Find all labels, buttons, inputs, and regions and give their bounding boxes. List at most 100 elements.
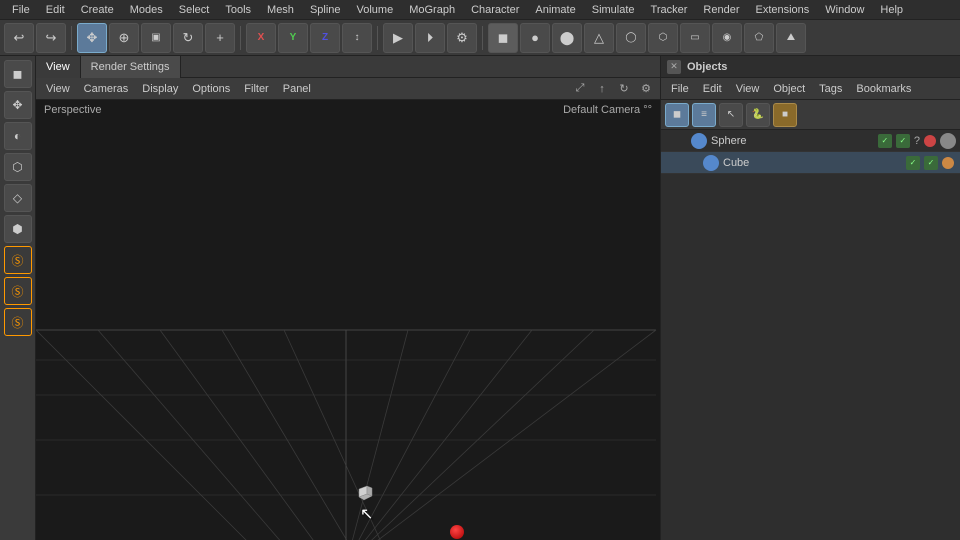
rotate-tool-button[interactable]: ↻ xyxy=(173,23,203,53)
z-axis-button[interactable]: Z xyxy=(310,23,340,53)
left-sidebar: ◼ ✥ ◐ ⬡ ◇ ⬢ Ⓢ Ⓢ Ⓢ xyxy=(0,56,36,540)
tube-button[interactable]: ⬠ xyxy=(744,23,774,53)
menu-tracker[interactable]: Tracker xyxy=(643,0,696,20)
viewport-icon-settings[interactable]: ⚙ xyxy=(636,79,656,99)
soft-selection-button[interactable]: Ⓢ xyxy=(4,277,32,305)
viewport-menu: View Cameras Display Options Filter Pane… xyxy=(36,78,660,100)
material-mode-button[interactable]: ◐ xyxy=(4,122,32,150)
viewport-icons: ⤢ ↑ ↻ ⚙ xyxy=(570,79,656,99)
vp-menu-view[interactable]: View xyxy=(40,78,76,100)
panel-close-button[interactable]: ✕ xyxy=(667,60,681,74)
vp-menu-options[interactable]: Options xyxy=(186,78,236,100)
toolbar: ↩ ↪ ✥ ⊕ ▣ ↻ + X Y Z ↕ ▶ ⏵ ⚙ ◼ ● ⬤ △ ◯ ⬡ … xyxy=(0,20,960,56)
cube-dot[interactable] xyxy=(942,157,954,169)
render-settings-button[interactable]: ⚙ xyxy=(447,23,477,53)
play-button[interactable]: ▶ xyxy=(383,23,413,53)
sphere-dot[interactable] xyxy=(924,135,936,147)
panel-menu-view[interactable]: View xyxy=(730,78,766,100)
menu-select[interactable]: Select xyxy=(171,0,218,20)
cube-check2[interactable]: ✓ xyxy=(924,156,938,170)
sphere-check1[interactable]: ✓ xyxy=(878,134,892,148)
play-forward-button[interactable]: ⏵ xyxy=(415,23,445,53)
toolbar-separator-4 xyxy=(482,26,483,50)
panel-menu-edit[interactable]: Edit xyxy=(697,78,728,100)
menu-help[interactable]: Help xyxy=(872,0,911,20)
cylinder-button[interactable]: ⬤ xyxy=(552,23,582,53)
torus-button[interactable]: ◯ xyxy=(616,23,646,53)
panel-icon-row: ◼ ≡ ↖ 🐍 ■ xyxy=(661,100,960,130)
vp-menu-cameras[interactable]: Cameras xyxy=(78,78,135,100)
y-axis-button[interactable]: Y xyxy=(278,23,308,53)
viewport-grid xyxy=(36,100,660,540)
menu-modes[interactable]: Modes xyxy=(122,0,171,20)
main-area: ◼ ✥ ◐ ⬡ ◇ ⬢ Ⓢ Ⓢ Ⓢ View Render Settings V… xyxy=(0,56,960,540)
sphere-check2[interactable]: ✓ xyxy=(896,134,910,148)
sphere-question[interactable]: ? xyxy=(914,135,920,147)
panel-menu-file[interactable]: File xyxy=(665,78,695,100)
panel-menu-tags[interactable]: Tags xyxy=(813,78,848,100)
menu-character[interactable]: Character xyxy=(463,0,527,20)
cube-name: Cube xyxy=(723,157,904,169)
vp-menu-filter[interactable]: Filter xyxy=(238,78,274,100)
menu-file[interactable]: File xyxy=(4,0,38,20)
viewport-icon-refresh[interactable]: ↻ xyxy=(614,79,634,99)
cone-button[interactable]: △ xyxy=(584,23,614,53)
x-axis-button[interactable]: X xyxy=(246,23,276,53)
object-mode-button[interactable]: ◼ xyxy=(4,60,32,88)
viewport-canvas[interactable]: Perspective Default Camera °° xyxy=(36,100,660,540)
viewport-icon-move[interactable]: ⤢ xyxy=(570,79,590,99)
menu-extensions[interactable]: Extensions xyxy=(747,0,817,20)
undo-button[interactable]: ↩ xyxy=(4,23,34,53)
menu-bar: File Edit Create Modes Select Tools Mesh… xyxy=(0,0,960,20)
menu-animate[interactable]: Animate xyxy=(527,0,583,20)
tab-view[interactable]: View xyxy=(36,56,81,78)
menu-window[interactable]: Window xyxy=(817,0,872,20)
plane-button[interactable]: ▭ xyxy=(680,23,710,53)
selection-tool-sidebar[interactable]: Ⓢ xyxy=(4,246,32,274)
toolbar-separator-1 xyxy=(71,26,72,50)
edge-mode-button[interactable]: ◇ xyxy=(4,184,32,212)
polygon-mode-button[interactable]: ⬡ xyxy=(4,153,32,181)
panel-menu-bookmarks[interactable]: Bookmarks xyxy=(850,78,917,100)
sphere-name: Sphere xyxy=(711,135,876,147)
menu-render[interactable]: Render xyxy=(695,0,747,20)
cube-check1[interactable]: ✓ xyxy=(906,156,920,170)
create-tool-button[interactable]: + xyxy=(205,23,235,53)
sphere-viewport-object[interactable] xyxy=(450,525,464,539)
sphere-button[interactable]: ● xyxy=(520,23,550,53)
cube-viewport-object[interactable] xyxy=(354,483,374,503)
sphere-extra-dot xyxy=(940,133,956,149)
object-row-cube[interactable]: Cube ✓ ✓ xyxy=(661,152,960,174)
menu-tools[interactable]: Tools xyxy=(217,0,259,20)
object-row-sphere[interactable]: Sphere ✓ ✓ ? xyxy=(661,130,960,152)
select-tool-button[interactable]: ✥ xyxy=(77,23,107,53)
panel-objects-icon[interactable]: ◼ xyxy=(665,103,689,127)
panel-list-icon[interactable]: ≡ xyxy=(692,103,716,127)
menu-mograph[interactable]: MoGraph xyxy=(401,0,463,20)
landscape-button[interactable]: ⛰ xyxy=(776,23,806,53)
point-mode-button[interactable]: ⬢ xyxy=(4,215,32,243)
menu-volume[interactable]: Volume xyxy=(349,0,402,20)
panel-python-icon[interactable]: 🐍 xyxy=(746,103,770,127)
vp-menu-display[interactable]: Display xyxy=(136,78,184,100)
vp-menu-panel[interactable]: Panel xyxy=(277,78,317,100)
panel-shader-icon[interactable]: ■ xyxy=(773,103,797,127)
menu-spline[interactable]: Spline xyxy=(302,0,349,20)
symmetry-button[interactable]: Ⓢ xyxy=(4,308,32,336)
menu-create[interactable]: Create xyxy=(73,0,122,20)
panel-cursor-icon[interactable]: ↖ xyxy=(719,103,743,127)
tab-render-settings[interactable]: Render Settings xyxy=(81,56,181,78)
redo-button[interactable]: ↪ xyxy=(36,23,66,53)
transform-mode-button[interactable]: ✥ xyxy=(4,91,32,119)
capsule-button[interactable]: ⬡ xyxy=(648,23,678,53)
move-tool-button[interactable]: ⊕ xyxy=(109,23,139,53)
viewport-icon-maximize[interactable]: ↑ xyxy=(592,79,612,99)
axis-tool-button[interactable]: ↕ xyxy=(342,23,372,53)
scale-tool-button[interactable]: ▣ xyxy=(141,23,171,53)
menu-mesh[interactable]: Mesh xyxy=(259,0,302,20)
cube-button[interactable]: ◼ xyxy=(488,23,518,53)
menu-simulate[interactable]: Simulate xyxy=(584,0,643,20)
menu-edit[interactable]: Edit xyxy=(38,0,73,20)
panel-menu-object[interactable]: Object xyxy=(767,78,811,100)
disc-button[interactable]: ◉ xyxy=(712,23,742,53)
